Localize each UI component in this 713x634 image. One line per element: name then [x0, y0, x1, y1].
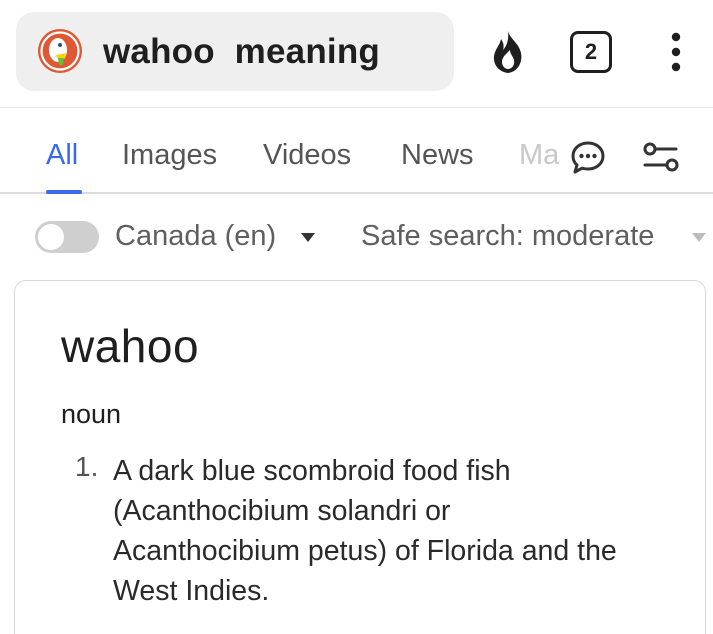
tab-images[interactable]: Images — [122, 139, 217, 172]
tab-all[interactable]: All — [46, 139, 78, 172]
definition-number: 1. — [75, 451, 99, 482]
search-query[interactable]: wahoo meaning — [103, 32, 380, 72]
active-tab-indicator — [46, 190, 82, 194]
dropdown-caret-icon[interactable] — [301, 233, 315, 242]
tabs-count: 2 — [584, 39, 598, 64]
dropdown-caret-icon[interactable] — [692, 233, 706, 242]
part-of-speech: noun — [61, 399, 122, 429]
tabs-button[interactable]: 2 — [570, 31, 612, 73]
chat-icon[interactable] — [568, 138, 608, 178]
top-bar: wahoo meaning 2 — [0, 0, 713, 108]
settings-sliders-icon[interactable] — [641, 138, 681, 178]
tab-maps[interactable]: Maps — [519, 139, 559, 172]
fire-button[interactable] — [487, 28, 529, 76]
definition-card: wahoo noun 1. A dark blue scombroid food… — [14, 280, 706, 634]
region-toggle[interactable] — [35, 221, 99, 253]
more-vertical-icon — [671, 32, 681, 72]
fire-icon — [493, 31, 522, 73]
tab-videos[interactable]: Videos — [263, 139, 351, 172]
tab-news[interactable]: News — [401, 139, 474, 172]
filter-row: Canada (en) Safe search: moderate — [0, 196, 713, 280]
definition-text: A dark blue scombroid food fish (Acantho… — [113, 455, 617, 607]
toggle-knob — [38, 224, 64, 250]
more-menu-button[interactable] — [660, 28, 692, 76]
duckduckgo-logo-icon[interactable] — [37, 28, 83, 74]
safe-search-selector[interactable]: Safe search: moderate — [361, 220, 654, 253]
search-bar[interactable]: wahoo meaning — [16, 12, 454, 91]
search-type-tabs: All Images Videos News Maps — [0, 108, 713, 194]
definition-word: wahoo — [61, 320, 200, 372]
region-selector[interactable]: Canada (en) — [115, 220, 276, 253]
